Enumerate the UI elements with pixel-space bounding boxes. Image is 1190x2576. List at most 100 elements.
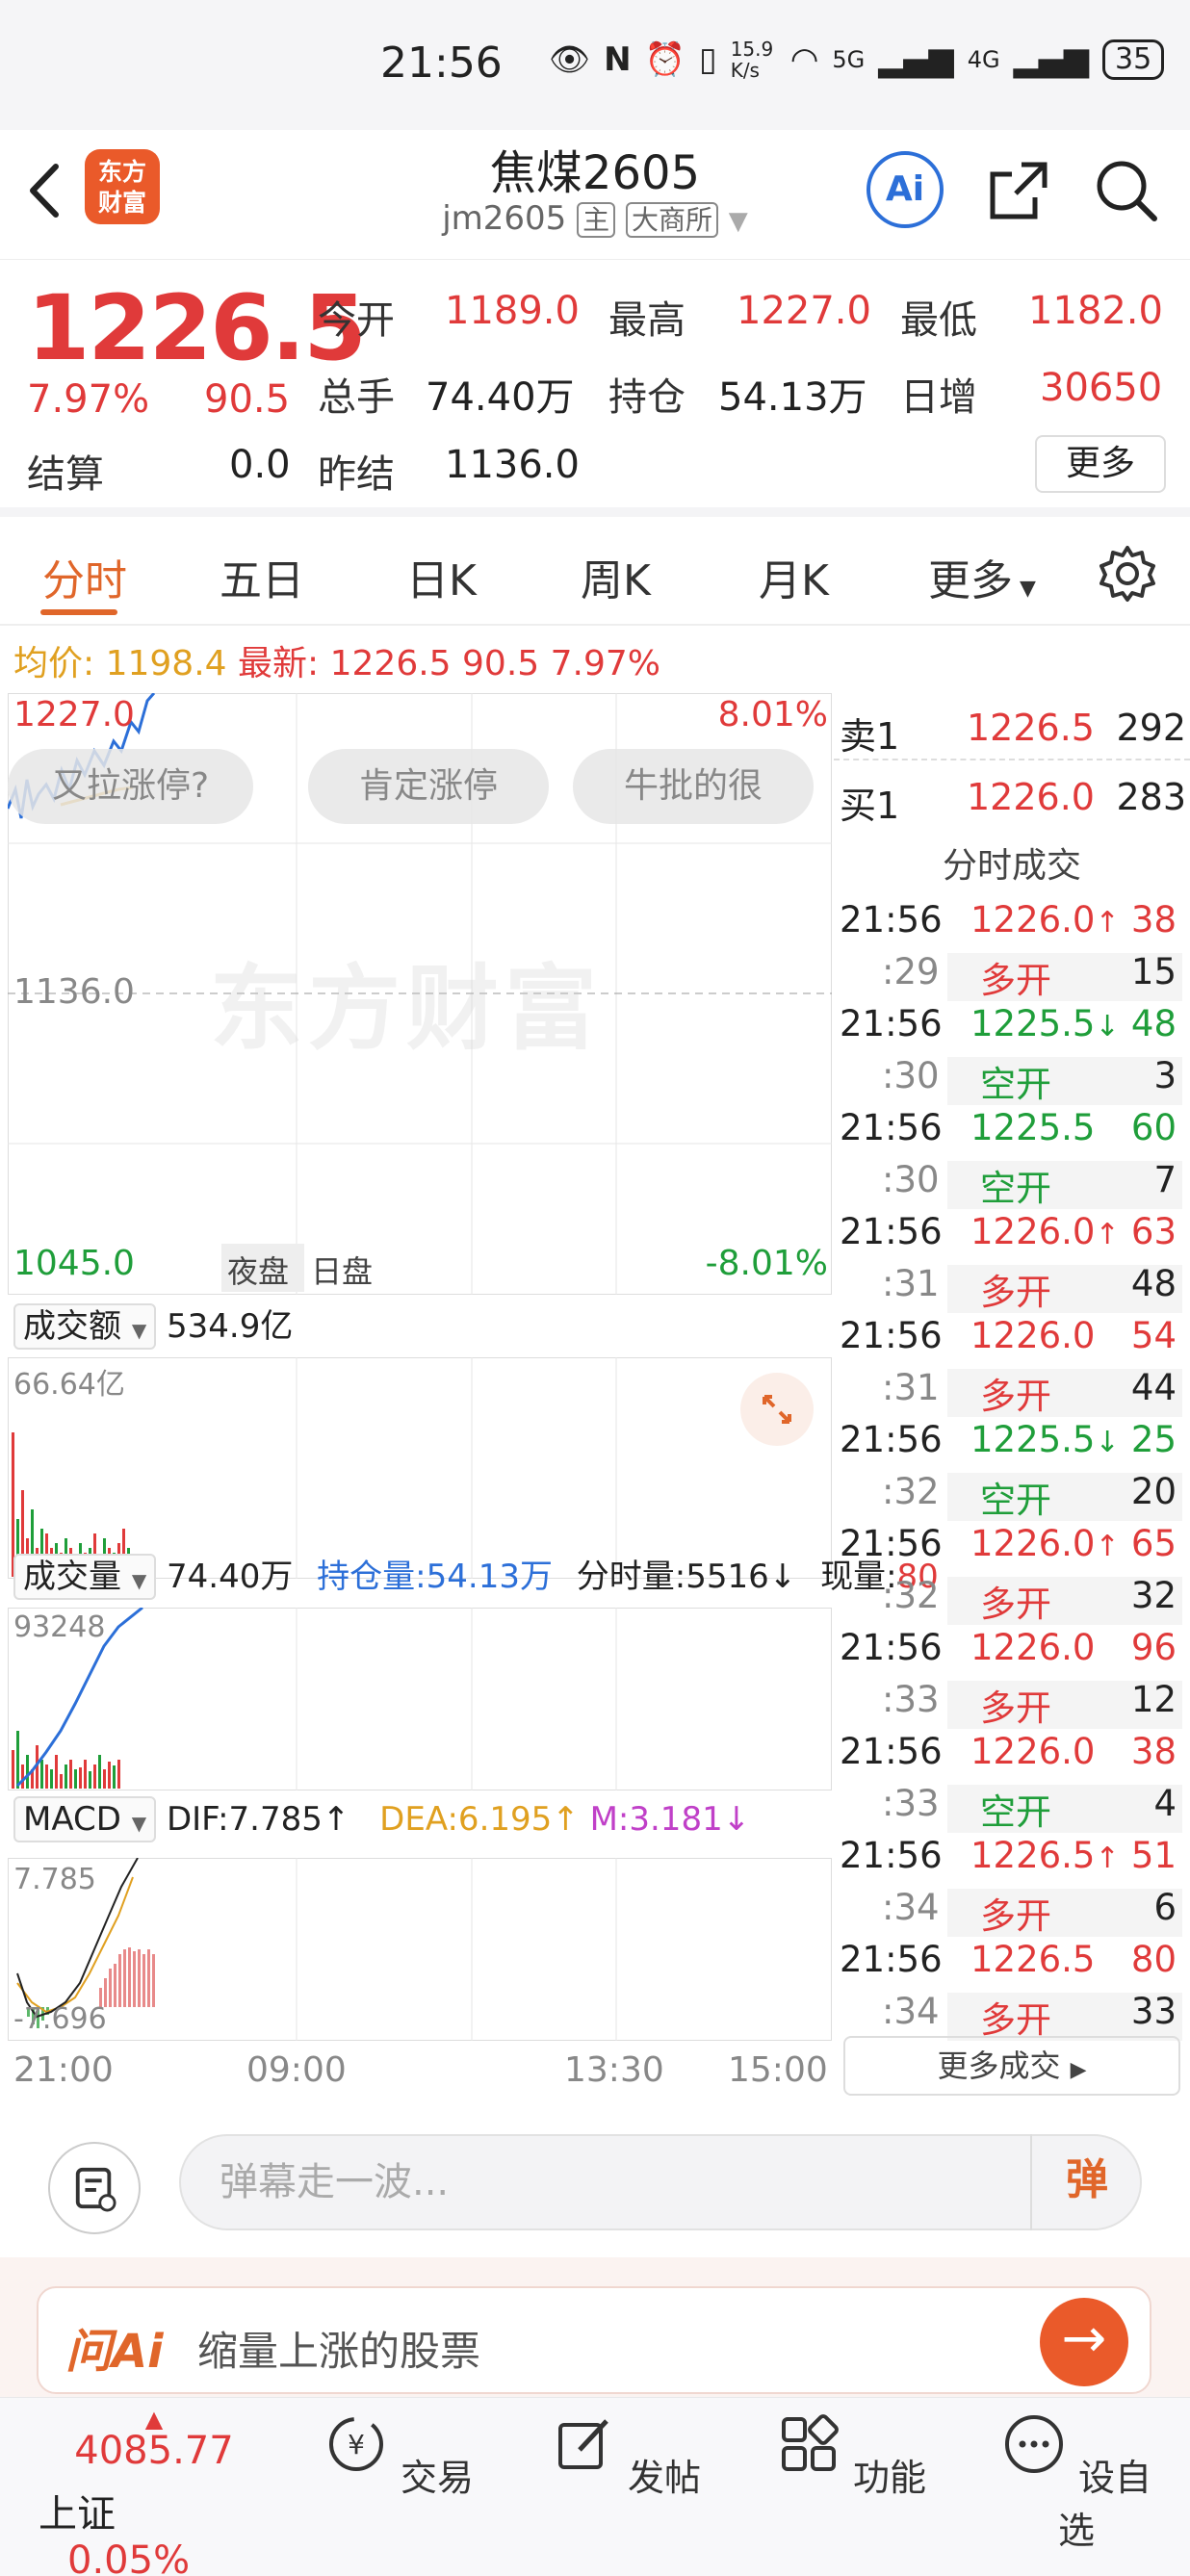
ask-ai-bar: 问Ai 缩量上涨的股票 → (0, 2257, 1190, 2397)
ask-price: 1226.5 (967, 707, 1095, 749)
oi-value: 54.13万 (718, 375, 867, 420)
trade-price-value: 1226.0 (970, 899, 1096, 940)
bar (117, 1760, 120, 1789)
turnover-dropdown[interactable]: 成交额 ▼ (13, 1303, 157, 1350)
more-trades-button[interactable]: 更多成交 ▶ (843, 2036, 1180, 2096)
tab-more[interactable]: 更多 ▼ (928, 546, 1036, 607)
active-tab-indicator (40, 609, 117, 615)
trade-sub-volume: 3 (1153, 1055, 1177, 1096)
trade-price-value: 1226.5 (970, 1939, 1096, 1980)
volume-header: 成交量 ▼ 74.40万 持仓量:54.13万 分时量:5516↓ 现量:80 (13, 1550, 939, 1600)
tab-monthly-k[interactable]: 月K (759, 546, 829, 607)
ask-ai-brand: 问Ai (65, 2325, 164, 2379)
trade-detail-row: :31 多开 48 (834, 1263, 1182, 1315)
trade-price-value: 1226.0 (970, 1211, 1096, 1252)
average-price-line: 均价: 1198.4 最新: 1226.5 90.5 7.97% (13, 635, 660, 685)
bid-row[interactable]: 买1 1226.0 283 (834, 762, 1190, 830)
trade-volume: 25 (1130, 1419, 1177, 1460)
mid-price-label: 1136.0 (13, 972, 135, 1012)
trade-direction-icon: ↓ (1095, 1426, 1120, 1459)
trade-type: 多开 (980, 960, 1051, 1001)
volume-label: 总手 (318, 375, 395, 420)
caret-down-icon: ▼ (131, 1319, 147, 1342)
prev-settle-value: 1136.0 (445, 443, 580, 487)
bid-price: 1226.0 (967, 776, 1095, 818)
trade-price-value: 1226.0 (970, 1731, 1096, 1772)
nav-functions-label: 功能 (853, 2457, 927, 2499)
tab-more-label: 更多 (928, 556, 1013, 605)
ai-button[interactable]: Ai (867, 151, 944, 228)
trade-icon: ¥ (328, 2417, 383, 2471)
night-session-label[interactable]: 夜盘 (227, 1248, 289, 1292)
bar (60, 1774, 63, 1789)
change-pct: 7.97% (27, 377, 150, 422)
trade-price: 1226.5 (970, 1939, 1095, 1980)
danmu-input[interactable]: 弹幕走一波... (179, 2134, 1142, 2230)
nav-functions[interactable]: 功能 (774, 2411, 928, 2501)
trade-price: 1226.0 (970, 1731, 1095, 1772)
macd-panel (8, 1858, 832, 2041)
bid-label: 买1 (840, 785, 900, 827)
period-tabs: 分时 五日 日K 周K 月K 更多 ▼ (0, 525, 1190, 626)
trade-price: 1225.5 (970, 1107, 1095, 1148)
trade-sub-volume: 20 (1130, 1471, 1177, 1512)
trade-detail-row: :32 空开 20 (834, 1471, 1182, 1523)
tab-intraday[interactable]: 分时 (42, 546, 127, 607)
gear-icon[interactable] (1098, 544, 1157, 604)
contract-code: jm2605 (442, 199, 567, 238)
bar (21, 1765, 24, 1789)
trade-time: 21:56 (840, 1003, 943, 1044)
trade-time: 21:56 (840, 1835, 943, 1876)
prev-settle-label: 昨结 (318, 452, 395, 497)
trade-sub-time: :31 (882, 1367, 940, 1408)
share-icon[interactable] (987, 159, 1050, 222)
tab-daily-k[interactable]: 日K (406, 546, 477, 607)
tab-weekly-k[interactable]: 周K (581, 546, 651, 607)
more-quote-button[interactable]: 更多 (1035, 435, 1166, 493)
latest-value: 1226.5 (329, 644, 452, 683)
nav-watchlist[interactable]: 设自选 (999, 2411, 1153, 2554)
trade-type: 空开 (980, 1064, 1051, 1105)
intraday-chart[interactable]: 东方财富 1227.0 8.01% 1136.0 1045.0 -8.01% 夜… (8, 693, 939, 2099)
arrow-right-icon[interactable]: → (1040, 2298, 1128, 2386)
trade-detail-row: :30 空开 7 (834, 1159, 1182, 1211)
index-ticker[interactable]: ▲ 4085.77 上证 0.05% (29, 2408, 279, 2576)
nav-post-label: 发帖 (628, 2457, 702, 2499)
index-value: 4085.77 (74, 2429, 234, 2473)
trade-price: 1226.0↑ (970, 1211, 1120, 1252)
comment-settings-icon[interactable] (48, 2142, 141, 2234)
macd-dropdown[interactable]: MACD ▼ (13, 1796, 157, 1842)
volume-dropdown[interactable]: 成交量 ▼ (13, 1554, 157, 1600)
bar (98, 1755, 101, 1789)
trade-detail-row: :30 空开 3 (834, 1055, 1182, 1107)
nav-post[interactable]: 发帖 (549, 2411, 703, 2501)
day-session-label[interactable]: 日盘 (311, 1248, 373, 1292)
tab-five-day[interactable]: 五日 (220, 546, 304, 607)
dropdown-icon: ▼ (728, 207, 748, 236)
expand-icon[interactable] (739, 1372, 815, 1447)
avg-value: 1198.4 (105, 644, 227, 683)
macd-bar (123, 1949, 126, 2007)
oi-label: 持仓 (608, 375, 686, 420)
nav-trade[interactable]: ¥ 交易 (322, 2411, 476, 2501)
danmu-send-button[interactable]: 弹 (1030, 2134, 1142, 2230)
main-tag: 主 (577, 202, 616, 238)
latest-label: 最新: (238, 644, 320, 683)
danmu-bubble: 又拉涨停? (8, 749, 253, 824)
trade-row: 21:56 1225.5↓ 25 (834, 1419, 1182, 1471)
trade-type: 空开 (980, 1791, 1051, 1833)
volume-max-label: 93248 (13, 1610, 106, 1644)
trade-row: 21:56 1226.5 80 (834, 1939, 1182, 1991)
trade-sub-time: :33 (882, 1783, 940, 1824)
bottom-price-label: 1045.0 (13, 1244, 135, 1283)
bottom-nav: ▲ 4085.77 上证 0.05% ¥ 交易 发帖 功能 设自选 (0, 2397, 1190, 2576)
volume-bars (12, 1731, 120, 1789)
top-pct-label: 8.01% (717, 695, 828, 734)
ask-ai-box[interactable]: 问Ai 缩量上涨的股票 → (37, 2286, 1151, 2394)
search-icon[interactable] (1093, 157, 1160, 224)
ask-row[interactable]: 卖1 1226.5 292 (834, 693, 1190, 760)
latest-pct: 7.97% (550, 644, 661, 683)
trade-sub-time: :33 (882, 1679, 940, 1720)
trade-sub-volume: 44 (1130, 1367, 1177, 1408)
time-axis-label: 15:00 (728, 2050, 828, 2090)
